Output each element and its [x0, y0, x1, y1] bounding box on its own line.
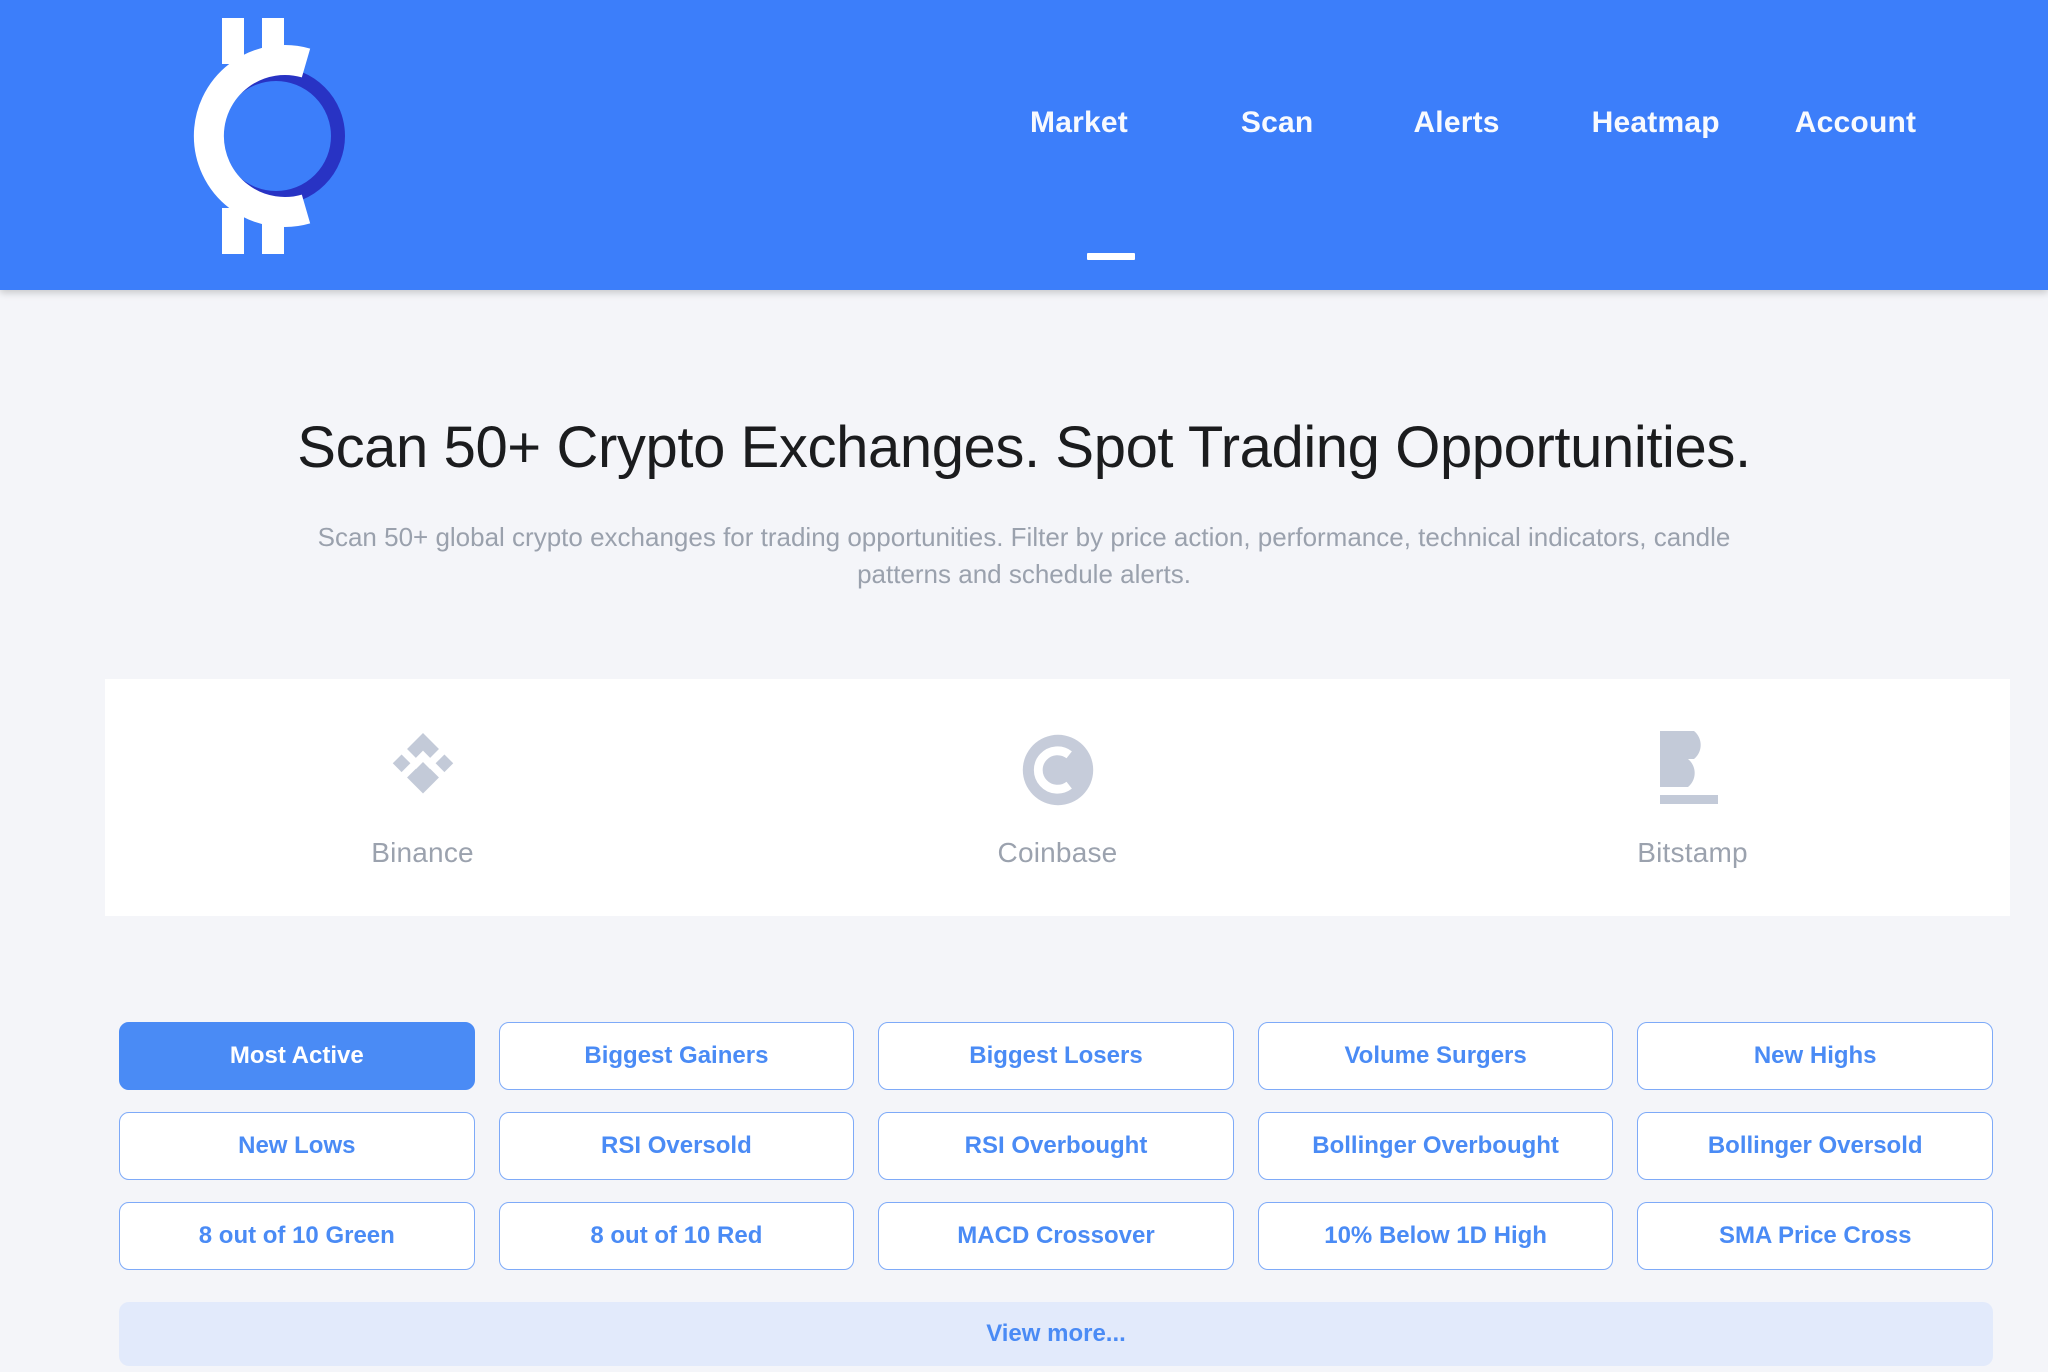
filter-chip-macd-crossover[interactable]: MACD Crossover [878, 1202, 1234, 1270]
exchange-name-bitstamp: Bitstamp [1637, 836, 1748, 868]
nav-item-market[interactable]: Market [1030, 106, 1128, 140]
filter-chip-rsi-oversold[interactable]: RSI Oversold [498, 1112, 855, 1180]
filter-chip-biggest-losers[interactable]: Biggest Losers [878, 1022, 1234, 1090]
filter-chip-10-percent-below-1d-high[interactable]: 10% Below 1D High [1257, 1202, 1614, 1270]
nav-item-account[interactable]: Account [1795, 106, 1916, 140]
filter-chip-biggest-gainers[interactable]: Biggest Gainers [498, 1022, 855, 1090]
exchanges-card: Binance Coinbase Bitstamp [105, 679, 2010, 916]
app-logo[interactable] [178, 18, 354, 254]
filter-chip-most-active[interactable]: Most Active [119, 1022, 475, 1090]
filter-chip-new-lows[interactable]: New Lows [119, 1112, 475, 1180]
app-header: Market Scan Alerts Heatmap Account [0, 0, 2048, 290]
coinbase-logo-icon [1018, 727, 1098, 813]
nav-item-heatmap[interactable]: Heatmap [1592, 106, 1720, 140]
filter-chip-new-highs[interactable]: New Highs [1637, 1022, 1993, 1090]
exchange-coinbase[interactable]: Coinbase [740, 727, 1375, 869]
hero-section: Scan 50+ Crypto Exchanges. Spot Trading … [0, 290, 2048, 593]
filter-chip-bollinger-oversold[interactable]: Bollinger Oversold [1637, 1112, 1993, 1180]
page-subtitle: Scan 50+ global crypto exchanges for tra… [317, 521, 1731, 589]
view-more-button[interactable]: View more... [119, 1302, 1993, 1366]
page-root: Market Scan Alerts Heatmap Account Scan … [0, 0, 2048, 1372]
main-nav: Market Scan Alerts Heatmap Account [1030, 106, 1916, 140]
nav-item-alerts[interactable]: Alerts [1413, 106, 1499, 140]
crypto-c-coin-logo-icon [193, 18, 345, 254]
filter-chip-8-out-of-10-red[interactable]: 8 out of 10 Red [498, 1202, 855, 1270]
nav-active-indicator [1087, 253, 1135, 260]
filter-chip-bollinger-overbought[interactable]: Bollinger Overbought [1257, 1112, 1614, 1180]
exchange-name-coinbase: Coinbase [997, 836, 1118, 868]
exchange-binance[interactable]: Binance [105, 727, 740, 869]
exchange-bitstamp[interactable]: Bitstamp [1375, 727, 2010, 869]
filter-chip-rsi-overbought[interactable]: RSI Overbought [878, 1112, 1234, 1180]
filter-chip-8-out-of-10-green[interactable]: 8 out of 10 Green [119, 1202, 475, 1270]
exchange-name-binance: Binance [371, 836, 474, 868]
binance-logo-icon [381, 727, 465, 813]
bitstamp-logo-icon [1656, 727, 1730, 813]
page-title: Scan 50+ Crypto Exchanges. Spot Trading … [297, 415, 1751, 480]
filter-chip-volume-surgers[interactable]: Volume Surgers [1257, 1022, 1614, 1090]
filter-chip-sma-price-cross[interactable]: SMA Price Cross [1637, 1202, 1993, 1270]
filter-chip-grid: Most Active Biggest Gainers Biggest Lose… [119, 1022, 1993, 1270]
nav-item-scan[interactable]: Scan [1241, 106, 1314, 140]
